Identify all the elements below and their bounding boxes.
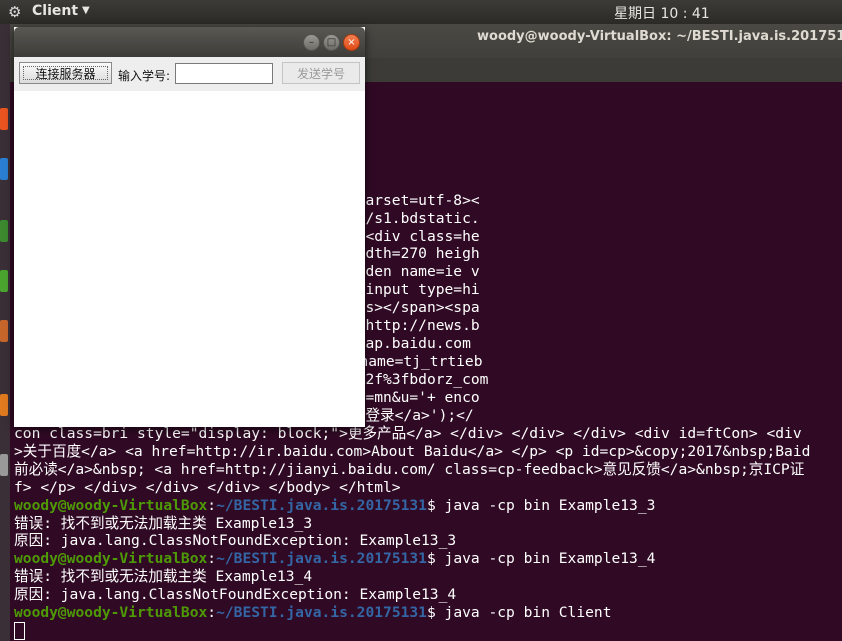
top-panel: ⚙ Client ▼ 星期日 10 : 41 (0, 0, 842, 24)
prompt-segment: woody@woody-VirtualBox (14, 496, 208, 514)
clock[interactable]: 星期日 10 : 41 (614, 3, 710, 23)
output-text: 前必读</a>&nbsp; <a href=http://jianyi.baid… (14, 460, 805, 478)
maximize-icon[interactable]: □ (323, 34, 340, 51)
terminal-title: woody@woody-VirtualBox: ~/BESTI.java.is.… (477, 29, 842, 44)
output-text: 原因: java.lang.ClassNotFoundException: Ex… (14, 586, 457, 604)
terminal-line: woody@woody-VirtualBox:~/BESTI.java.is.2… (14, 604, 842, 622)
student-id-label: 输入学号: (118, 69, 171, 83)
terminal-cursor-line (14, 622, 842, 641)
terminal-line: con class=bri style="display: block;">更多… (14, 425, 842, 443)
terminal-line: 错误: 找不到或无法加载主类 Example13_3 (14, 515, 842, 533)
terminal-line: 前必读</a>&nbsp; <a href=http://jianyi.baid… (14, 461, 842, 479)
output-text: : (207, 604, 217, 622)
output-text: 错误: 找不到或无法加载主类 Example13_3 (14, 514, 313, 532)
launcher (0, 24, 10, 641)
launcher-firefox-icon[interactable] (0, 108, 8, 130)
prompt-segment: ~/BESTI.java.is.20175131 (216, 496, 427, 514)
terminal-line: 错误: 找不到或无法加载主类 Example13_4 (14, 568, 842, 586)
prompt-segment: ~/BESTI.java.is.20175131 (216, 550, 427, 568)
prompt-segment: woody@woody-VirtualBox (14, 604, 208, 622)
client-toolbar: 连接服务器 输入学号: 发送学号 (14, 57, 365, 91)
launcher-help-icon[interactable] (0, 454, 8, 476)
connect-server-button[interactable]: 连接服务器 (19, 62, 112, 84)
terminal-line: >关于百度</a> <a href=http://ir.baidu.com>Ab… (14, 443, 842, 461)
terminal-line: 原因: java.lang.ClassNotFoundException: Ex… (14, 532, 842, 550)
launcher-calc-icon[interactable] (0, 270, 8, 292)
student-id-input[interactable] (175, 63, 273, 84)
output-text: 错误: 找不到或无法加载主类 Example13_4 (14, 568, 313, 586)
close-icon[interactable]: × (343, 34, 360, 51)
launcher-software-icon[interactable] (0, 394, 8, 416)
output-text: : (207, 550, 217, 568)
send-student-id-button[interactable]: 发送学号 (282, 62, 360, 84)
terminal-cursor (14, 622, 25, 641)
output-text: : (207, 496, 217, 514)
output-text: >关于百度</a> <a href=http://ir.baidu.com>Ab… (14, 442, 811, 460)
terminal-line: woody@woody-VirtualBox:~/BESTI.java.is.2… (14, 497, 842, 515)
output-text: $ java -cp bin Example13_3 (426, 496, 656, 514)
terminal-line: woody@woody-VirtualBox:~/BESTI.java.is.2… (14, 550, 842, 568)
app-menu[interactable]: Client (32, 3, 78, 19)
client-window: – □ × 连接服务器 输入学号: 发送学号 (14, 27, 365, 427)
output-text: con class=bri style="display: block;">更多… (14, 424, 802, 442)
output-text: $ java -cp bin Client (426, 604, 612, 622)
output-text: 原因: java.lang.ClassNotFoundException: Ex… (14, 532, 457, 550)
prompt-segment: woody@woody-VirtualBox (14, 550, 208, 568)
connect-server-label: 连接服务器 (23, 66, 108, 81)
launcher-office-icon[interactable] (0, 220, 8, 242)
prompt-segment: ~/BESTI.java.is.20175131 (216, 604, 427, 622)
chevron-down-icon[interactable]: ▼ (82, 5, 90, 16)
terminal-line: 原因: java.lang.ClassNotFoundException: Ex… (14, 586, 842, 604)
client-titlebar[interactable]: – □ × (14, 27, 365, 57)
settings-gear-icon[interactable]: ⚙ (8, 3, 21, 21)
minimize-icon[interactable]: – (303, 34, 320, 51)
output-text: $ java -cp bin Example13_4 (426, 550, 656, 568)
output-text: f> </p> </div> </div> </div> </body> </h… (14, 478, 401, 496)
terminal-line: f> </p> </div> </div> </div> </body> </h… (14, 479, 842, 497)
launcher-files-icon[interactable] (0, 158, 8, 180)
launcher-impress-icon[interactable] (0, 320, 8, 342)
